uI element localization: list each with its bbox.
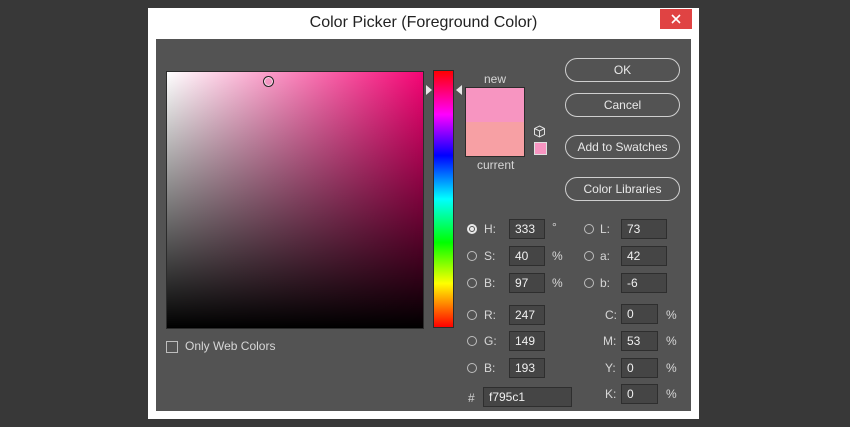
radio-g[interactable] <box>467 336 477 346</box>
unit-h: ° <box>552 220 557 234</box>
input-g[interactable]: 149 <box>509 331 545 351</box>
color-picker-window: Color Picker (Foreground Color) new curr… <box>148 8 699 419</box>
radio-rgb-b[interactable] <box>467 363 477 373</box>
radio-lab-b[interactable] <box>584 278 594 288</box>
label-y: Y: <box>605 361 616 375</box>
unit-y: % <box>666 361 677 375</box>
hex-input[interactable]: f795c1 <box>483 387 572 407</box>
cube-icon[interactable] <box>533 125 546 138</box>
add-to-swatches-button[interactable]: Add to Swatches <box>565 135 680 159</box>
label-a: a: <box>600 249 611 263</box>
input-b[interactable]: 97 <box>509 273 545 293</box>
unit-k: % <box>666 387 677 401</box>
label-h: H: <box>484 222 496 236</box>
only-web-colors-label: Only Web Colors <box>185 339 276 353</box>
label-lab-b: b: <box>600 276 611 290</box>
hex-label: # <box>468 391 475 405</box>
only-web-colors-checkbox[interactable] <box>166 341 178 353</box>
title-bar[interactable]: Color Picker (Foreground Color) <box>148 8 699 38</box>
radio-a[interactable] <box>584 251 594 261</box>
window-title: Color Picker (Foreground Color) <box>309 14 538 31</box>
input-m[interactable]: 53 <box>621 331 658 351</box>
input-r[interactable]: 247 <box>509 305 545 325</box>
input-k[interactable]: 0 <box>621 384 658 404</box>
hue-slider[interactable] <box>433 70 454 328</box>
input-lab-b[interactable]: -6 <box>621 273 667 293</box>
radio-r[interactable] <box>467 310 477 320</box>
input-h[interactable]: 333 <box>509 219 545 239</box>
input-c[interactable]: 0 <box>621 304 658 324</box>
unit-m: % <box>666 334 677 348</box>
hue-slider-handle-right[interactable] <box>456 85 462 95</box>
input-rgb-b[interactable]: 193 <box>509 358 545 378</box>
color-libraries-button[interactable]: Color Libraries <box>565 177 680 201</box>
unit-c: % <box>666 308 677 322</box>
input-l[interactable]: 73 <box>621 219 667 239</box>
label-c: C: <box>605 308 617 322</box>
cancel-button[interactable]: Cancel <box>565 93 680 117</box>
radio-l[interactable] <box>584 224 594 234</box>
color-field[interactable] <box>166 71 424 329</box>
color-field-marker[interactable] <box>263 76 274 87</box>
label-l: L: <box>600 222 611 236</box>
unit-s: % <box>552 249 563 263</box>
dialog-body: new current OK Cancel Add to Swatches Co… <box>156 39 691 411</box>
hue-slider-handle-left[interactable] <box>426 85 432 95</box>
radio-h[interactable] <box>467 224 477 234</box>
label-r: R: <box>484 308 496 322</box>
unit-b: % <box>552 276 563 290</box>
input-s[interactable]: 40 <box>509 246 545 266</box>
label-g: G: <box>484 334 497 348</box>
input-a[interactable]: 42 <box>621 246 667 266</box>
current-label: current <box>477 158 515 172</box>
ok-button[interactable]: OK <box>565 58 680 82</box>
label-k: K: <box>605 387 617 401</box>
web-safe-swatch[interactable] <box>534 142 547 155</box>
close-icon <box>671 14 681 24</box>
radio-b[interactable] <box>467 278 477 288</box>
label-m: M: <box>603 334 617 348</box>
close-button[interactable] <box>660 9 692 29</box>
current-color-swatch[interactable] <box>465 122 525 157</box>
radio-s[interactable] <box>467 251 477 261</box>
label-rgb-b: B: <box>484 361 496 375</box>
label-s: S: <box>484 249 496 263</box>
label-b: B: <box>484 276 496 290</box>
new-label: new <box>484 72 507 86</box>
new-color-swatch <box>465 87 525 122</box>
input-y[interactable]: 0 <box>621 358 658 378</box>
